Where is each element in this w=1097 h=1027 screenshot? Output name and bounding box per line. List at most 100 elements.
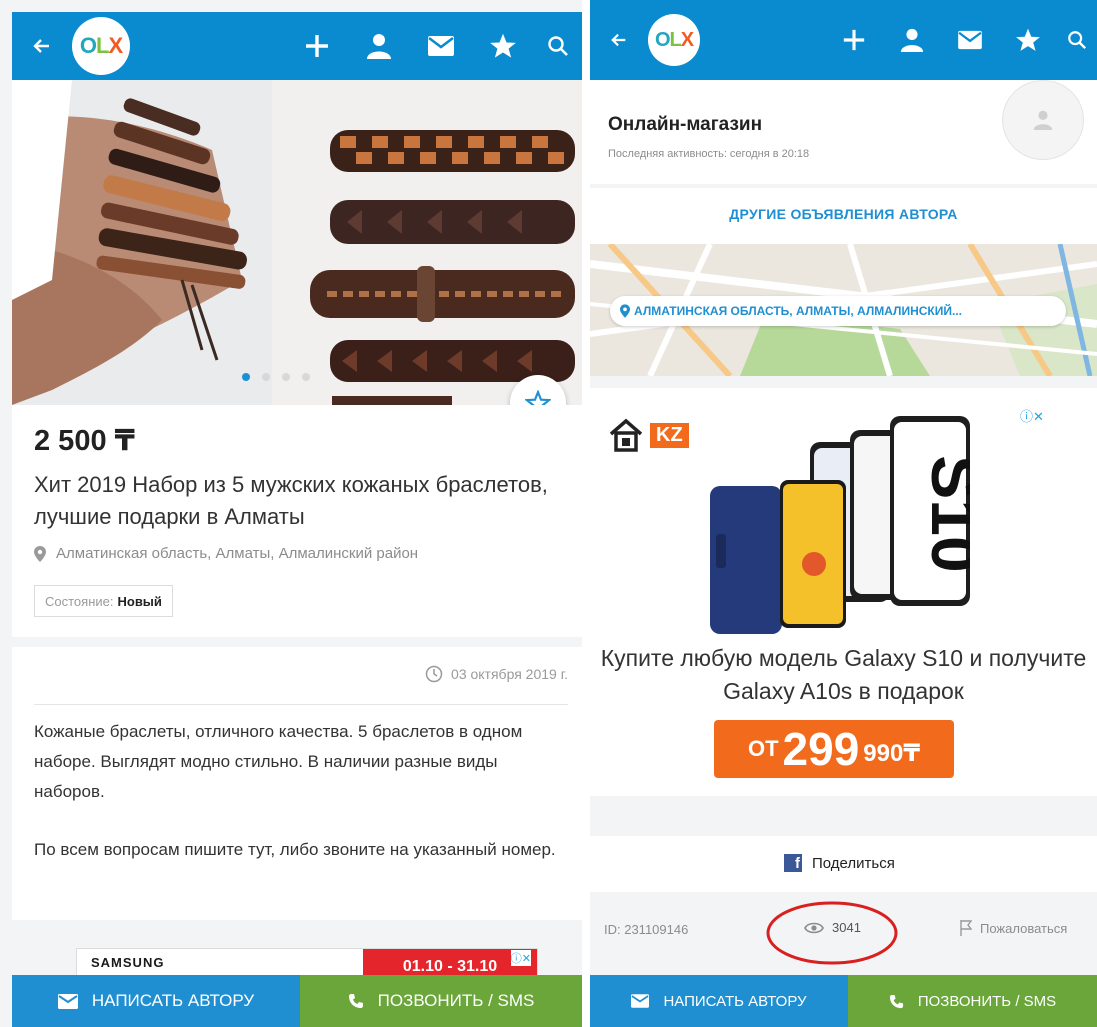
- write-author-label: НАПИСАТЬ АВТОРУ: [91, 991, 255, 1010]
- ad-banner-partial[interactable]: SAMSUNG 01.10 - 31.10 ⓘ✕: [12, 930, 582, 976]
- olx-logo[interactable]: OLX: [648, 14, 700, 66]
- call-sms-label: ПОЗВОНИТЬ / SMS: [377, 991, 535, 1010]
- share-label: Поделиться: [812, 854, 895, 872]
- ad-price-suffix: 990₸: [863, 740, 921, 767]
- write-author-button[interactable]: НАПИСАТЬ АВТОРУ: [12, 975, 300, 1027]
- olx-logo[interactable]: OLX: [72, 17, 130, 75]
- phone-icon: [889, 994, 903, 1008]
- last-activity: Последняя активность: сегодня в 20:18: [608, 148, 810, 160]
- user-icon: [367, 34, 391, 59]
- ad-price-button[interactable]: ОТ 299 990₸: [714, 720, 954, 778]
- other-ads-link[interactable]: ДРУГИЕ ОБЪЯВЛЕНИЯ АВТОРА: [590, 206, 1097, 222]
- top-bar: OLX: [12, 12, 582, 80]
- condition-tag: Состояние: Новый: [34, 585, 173, 617]
- favorites-button[interactable]: [472, 12, 534, 80]
- share-button[interactable]: f Поделиться: [784, 854, 895, 872]
- seller-panel: Онлайн-магазин Последняя активность: сег…: [590, 80, 1097, 184]
- add-listing-button[interactable]: [825, 0, 883, 80]
- ad-phone-text: S10: [918, 455, 970, 572]
- back-button[interactable]: [12, 12, 72, 80]
- envelope-icon: [631, 994, 650, 1008]
- messages-button[interactable]: [941, 0, 999, 80]
- ad-price-main: 299: [782, 723, 860, 775]
- bracelets-photo: [12, 80, 582, 405]
- search-button[interactable]: [1057, 0, 1097, 80]
- ad-info-icon[interactable]: ⓘ✕: [510, 950, 531, 966]
- condition-value: Новый: [117, 593, 162, 609]
- carousel-dot[interactable]: [302, 373, 310, 381]
- date-row: 03 октября 2019 г.: [425, 665, 568, 683]
- carousel-dot[interactable]: [282, 373, 290, 381]
- right-screen: OLX Онлайн-магазин Последняя активность:…: [590, 0, 1097, 1027]
- search-icon: [548, 36, 568, 56]
- profile-button[interactable]: [883, 0, 941, 80]
- clock-icon: [425, 665, 443, 683]
- write-author-label: НАПИСАТЬ АВТОРУ: [663, 992, 807, 1010]
- location-row: Алматинская область, Алматы, Алмалинский…: [34, 545, 418, 562]
- map-location-pill[interactable]: АЛМАТИНСКАЯ ОБЛАСТЬ, АЛМАТЫ, АЛМАЛИНСКИЙ…: [610, 296, 1066, 326]
- share-panel: f Поделиться: [590, 836, 1097, 892]
- search-icon: [1068, 31, 1087, 50]
- divider: [34, 704, 568, 705]
- action-bar: НАПИСАТЬ АВТОРУ ПОЗВОНИТЬ / SMS: [590, 975, 1097, 1027]
- description-paragraph-1: Кожаные браслеты, отличного качества. 5 …: [34, 722, 523, 801]
- envelope-icon: [57, 993, 78, 1009]
- call-sms-label: ПОЗВОНИТЬ / SMS: [917, 992, 1057, 1010]
- carousel-dot[interactable]: [262, 373, 270, 381]
- search-button[interactable]: [534, 12, 582, 80]
- house-logo-icon: [609, 418, 643, 452]
- left-screen: OLX 2 500 ₸ Хит 2019 Набор из 5 мужских …: [0, 0, 582, 1027]
- user-avatar-icon: [1033, 110, 1053, 130]
- messages-button[interactable]: [410, 12, 472, 80]
- flag-icon: [960, 920, 972, 936]
- add-listing-button[interactable]: [286, 12, 348, 80]
- carousel-dot-active[interactable]: [242, 373, 250, 381]
- listing-title: Хит 2019 Набор из 5 мужских кожаных брас…: [34, 472, 548, 529]
- ad-price-prefix: ОТ: [747, 736, 779, 761]
- envelope-icon: [958, 30, 982, 50]
- other-ads-panel: ДРУГИЕ ОБЪЯВЛЕНИЯ АВТОРА: [590, 188, 1097, 244]
- description-panel: 03 октября 2019 г. Кожаные браслеты, отл…: [12, 647, 582, 920]
- ad-brand: KZ: [650, 422, 689, 448]
- highlight-circle: [766, 901, 898, 965]
- write-author-button[interactable]: НАПИСАТЬ АВТОРУ: [590, 975, 848, 1027]
- price: 2 500 ₸: [34, 425, 135, 457]
- facebook-icon: f: [784, 854, 802, 872]
- meta-row: ID: 231109146 3041 Пожаловаться: [590, 900, 1097, 975]
- phone-icon: [348, 994, 363, 1008]
- favorites-button[interactable]: [999, 0, 1057, 80]
- report-label: Пожаловаться: [980, 920, 1068, 936]
- ad-banner-body: SAMSUNG 01.10 - 31.10 ⓘ✕: [76, 948, 538, 976]
- star-icon: [490, 33, 516, 58]
- phones-image: S10: [710, 416, 970, 634]
- ad-brand-logo: KZ: [608, 418, 689, 452]
- profile-button[interactable]: [348, 12, 410, 80]
- carousel-dots: [242, 373, 310, 381]
- action-bar: НАПИСАТЬ АВТОРУ ПОЗВОНИТЬ / SMS: [12, 975, 582, 1027]
- condition-label: Состояние:: [45, 593, 114, 609]
- user-icon: [900, 28, 924, 52]
- plus-icon: [306, 35, 328, 57]
- call-sms-button[interactable]: ПОЗВОНИТЬ / SMS: [300, 975, 582, 1027]
- plus-icon: [843, 29, 865, 51]
- envelope-icon: [428, 36, 454, 56]
- publish-date: 03 октября 2019 г.: [451, 666, 568, 682]
- map-pin-icon: [34, 545, 46, 562]
- top-bar: OLX: [590, 0, 1097, 80]
- map[interactable]: АЛМАТИНСКАЯ ОБЛАСТЬ, АЛМАТЫ, АЛМАЛИНСКИЙ…: [590, 244, 1097, 376]
- seller-name[interactable]: Онлайн-магазин: [608, 114, 762, 136]
- ad-close[interactable]: ⓘ✕: [1020, 406, 1044, 425]
- ad-block[interactable]: ⓘ✕ KZ S10 Купите любую модель Galaxy S10…: [590, 388, 1097, 796]
- back-button[interactable]: [590, 0, 648, 80]
- description-paragraph-2: По всем вопросам пишите тут, либо звонит…: [34, 840, 556, 859]
- map-location-text: АЛМАТИНСКАЯ ОБЛАСТЬ, АЛМАТЫ, АЛМАЛИНСКИЙ…: [634, 304, 963, 318]
- seller-avatar[interactable]: [1002, 80, 1084, 160]
- call-sms-button[interactable]: ПОЗВОНИТЬ / SMS: [848, 975, 1097, 1027]
- ad-id: ID: 231109146: [604, 922, 689, 937]
- product-info: 2 500 ₸ Хит 2019 Набор из 5 мужских кожа…: [12, 405, 582, 637]
- product-photo[interactable]: [12, 80, 582, 405]
- report-button[interactable]: Пожаловаться: [960, 920, 1067, 936]
- map-pin-icon: [620, 304, 630, 318]
- arrow-left-icon: [611, 33, 626, 47]
- ad-headline: Купите любую модель Galaxy S10 и получит…: [600, 645, 1087, 704]
